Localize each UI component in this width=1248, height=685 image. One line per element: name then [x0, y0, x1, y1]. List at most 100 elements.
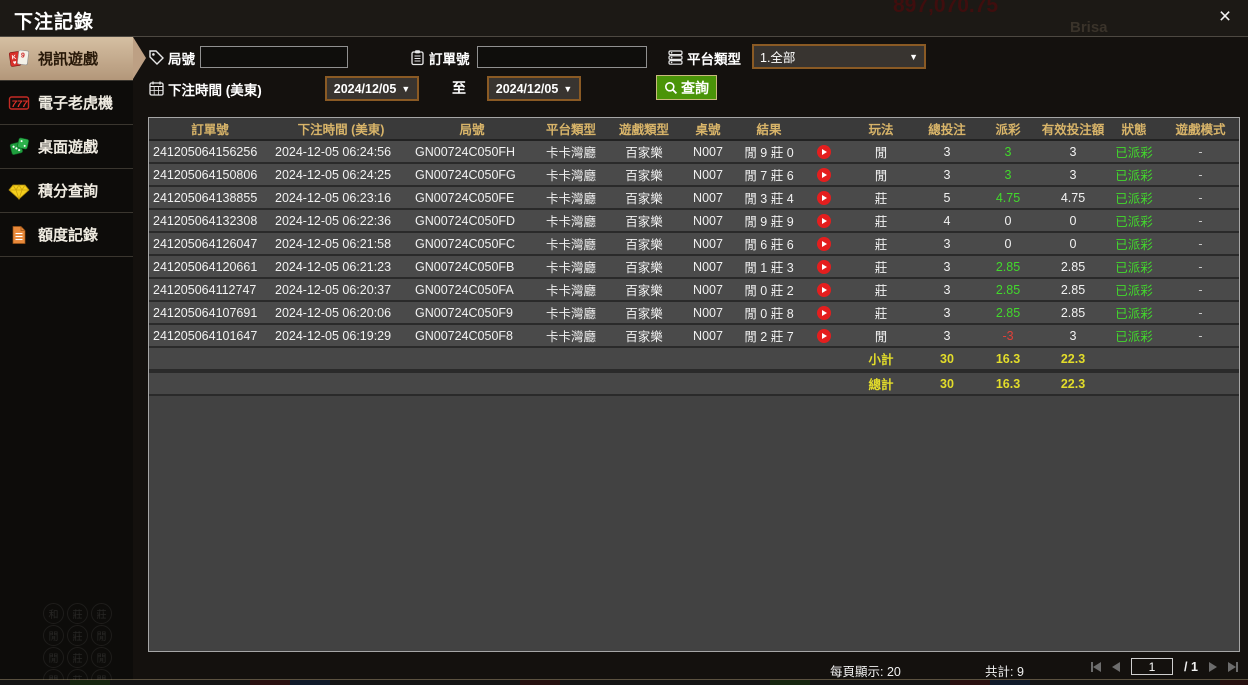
replay-button[interactable]	[817, 145, 831, 159]
table-row: 2412050641016472024-12-05 06:19:29GN0072…	[149, 324, 1240, 347]
per-page-label: 每頁顯示: 20	[830, 661, 901, 680]
sidebar-item-points-query[interactable]: 積分查詢	[0, 169, 133, 213]
cell-mode: -	[1160, 163, 1240, 186]
sidebar-item-table-games[interactable]: 桌面遊戲	[0, 125, 133, 169]
cell-game_no: GN00724C050F9	[411, 301, 533, 324]
sidebar-item-label: 額度記錄	[38, 224, 98, 245]
column-header: 桌號	[679, 118, 737, 140]
subtotal-row-cell	[411, 347, 533, 371]
platform-type-select[interactable]: 1.全部 ▼	[752, 44, 926, 69]
replay-button[interactable]	[817, 214, 831, 228]
cell-status: 已派彩	[1108, 278, 1160, 301]
cell-valid_bet: 4.75	[1038, 186, 1108, 209]
first-page-button[interactable]	[1091, 662, 1101, 672]
cell-result: 閒 9 莊 0	[737, 140, 801, 163]
cell-platform: 卡卡灣廳	[533, 255, 609, 278]
cell-table_no: N007	[679, 186, 737, 209]
replay-button[interactable]	[817, 283, 831, 297]
total-row-cell: 30	[916, 371, 978, 395]
chevron-down-icon: ▼	[563, 84, 572, 94]
cell-replay	[801, 255, 846, 278]
date-from-value: 2024/12/05	[334, 82, 397, 96]
total-row-cell	[737, 371, 801, 395]
subtotal-row-cell: 16.3	[978, 347, 1038, 371]
cell-order_no: 241205064120661	[149, 255, 271, 278]
column-header: 遊戲類型	[609, 118, 679, 140]
replay-button[interactable]	[817, 237, 831, 251]
calendar-icon	[148, 80, 165, 97]
cell-platform: 卡卡灣廳	[533, 324, 609, 347]
cell-total_bet: 3	[916, 232, 978, 255]
cell-play: 閒	[846, 140, 916, 163]
total-row-cell: 22.3	[1038, 371, 1108, 395]
play-icon	[822, 172, 827, 178]
order-no-label: 訂單號	[429, 48, 470, 68]
cell-play: 莊	[846, 186, 916, 209]
close-icon[interactable]: ×	[1212, 4, 1238, 30]
cell-order_no: 241205064150806	[149, 163, 271, 186]
cell-replay	[801, 209, 846, 232]
platform-type-value: 1.全部	[760, 47, 909, 66]
cell-table_no: N007	[679, 278, 737, 301]
cell-payout: 4.75	[978, 186, 1038, 209]
next-page-button[interactable]	[1209, 662, 1217, 672]
subtotal-row-cell: 30	[916, 347, 978, 371]
table-row: 2412050641388552024-12-05 06:23:16GN0072…	[149, 186, 1240, 209]
cell-platform: 卡卡灣廳	[533, 232, 609, 255]
date-to-select[interactable]: 2024/12/05 ▼	[487, 76, 581, 101]
bead-bleed: 和	[43, 603, 64, 624]
game-no-input[interactable]	[200, 46, 348, 68]
date-from-select[interactable]: 2024/12/05 ▼	[325, 76, 419, 101]
cell-total_bet: 4	[916, 209, 978, 232]
prev-page-button[interactable]	[1112, 662, 1120, 672]
last-page-button[interactable]	[1228, 662, 1238, 672]
game-no-label: 局號	[168, 48, 195, 68]
page-input[interactable]	[1132, 659, 1172, 674]
play-icon	[822, 195, 827, 201]
cell-mode: -	[1160, 186, 1240, 209]
cell-game_no: GN00724C050FB	[411, 255, 533, 278]
column-header: 局號	[411, 118, 533, 140]
cell-order_no: 241205064132308	[149, 209, 271, 232]
table-header-row: 訂單號下注時間 (美東)局號平台類型遊戲類型桌號結果玩法總投注派彩有效投注額狀態…	[149, 118, 1240, 140]
replay-button[interactable]	[817, 191, 831, 205]
document-icon	[8, 224, 30, 246]
cell-status: 已派彩	[1108, 140, 1160, 163]
tag-icon	[148, 49, 165, 66]
cell-payout: 2.85	[978, 278, 1038, 301]
cell-total_bet: 5	[916, 186, 978, 209]
replay-button[interactable]	[817, 168, 831, 182]
bet-time-label: 下注時間 (美東)	[168, 79, 262, 99]
table-row: 2412050641206612024-12-05 06:21:23GN0072…	[149, 255, 1240, 278]
cell-table_no: N007	[679, 163, 737, 186]
cell-mode: -	[1160, 301, 1240, 324]
cell-game_type: 百家樂	[609, 255, 679, 278]
replay-button[interactable]	[817, 329, 831, 343]
column-header: 平台類型	[533, 118, 609, 140]
order-no-input[interactable]	[477, 46, 647, 68]
replay-button[interactable]	[817, 260, 831, 274]
cell-mode: -	[1160, 278, 1240, 301]
sidebar-menu: 和莊莊閒莊閒閒莊閒閒莊閒 K♥9視訊遊戲777電子老虎機桌面遊戲積分查詢額度記錄	[0, 37, 133, 685]
page-title: 下注記錄	[14, 7, 94, 34]
cell-payout: -3	[978, 324, 1038, 347]
sidebar-item-label: 視訊遊戲	[38, 48, 98, 69]
column-header: 有效投注額	[1038, 118, 1108, 140]
cell-game_no: GN00724C050FA	[411, 278, 533, 301]
slot-777-icon: 777	[8, 92, 30, 114]
play-icon	[822, 149, 827, 155]
cell-valid_bet: 3	[1038, 140, 1108, 163]
sidebar-item-video-games[interactable]: K♥9視訊遊戲	[0, 37, 133, 81]
cell-order_no: 241205064126047	[149, 232, 271, 255]
column-header: 狀態	[1108, 118, 1160, 140]
cell-bet_time: 2024-12-05 06:22:36	[271, 209, 411, 232]
bead-bleed: 閒	[91, 625, 112, 646]
cell-order_no: 241205064107691	[149, 301, 271, 324]
sidebar-item-slots[interactable]: 777電子老虎機	[0, 81, 133, 125]
search-button[interactable]: 查詢	[656, 75, 717, 100]
cell-result: 閒 6 莊 6	[737, 232, 801, 255]
replay-button[interactable]	[817, 306, 831, 320]
cell-result: 閒 9 莊 9	[737, 209, 801, 232]
cell-game_no: GN00724C050FE	[411, 186, 533, 209]
sidebar-item-credit-log[interactable]: 額度記錄	[0, 213, 133, 257]
